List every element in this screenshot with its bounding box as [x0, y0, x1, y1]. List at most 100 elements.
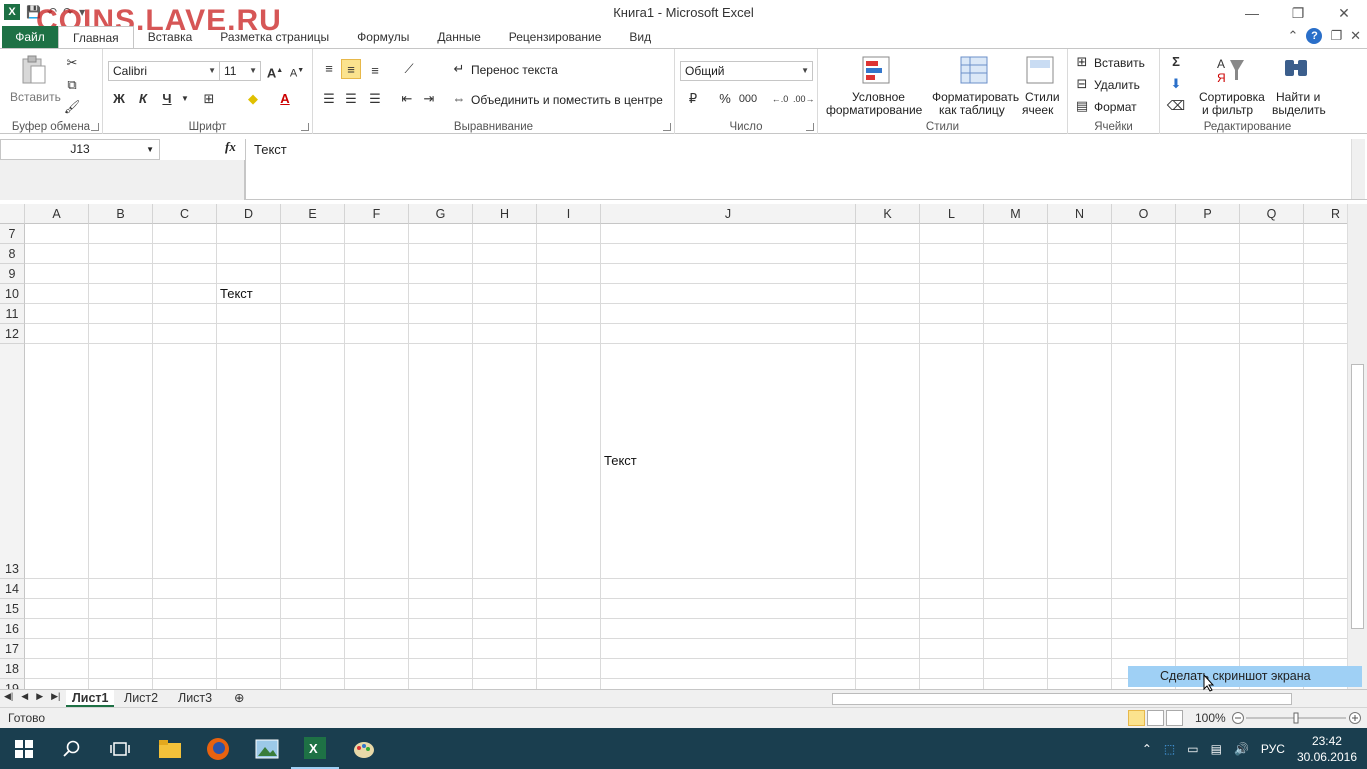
column-header-r[interactable]: R: [1304, 204, 1347, 224]
select-all-corner[interactable]: [0, 204, 25, 224]
font-size-combo[interactable]: 11 ▼: [219, 61, 261, 81]
wrap-text-button[interactable]: Перенос текста: [471, 63, 558, 77]
battery-icon[interactable]: ▭: [1187, 742, 1198, 756]
paint-icon[interactable]: [340, 728, 388, 769]
fill-color-icon[interactable]: ◆: [243, 89, 263, 109]
cell-d10[interactable]: Текст: [220, 286, 253, 301]
sort-filter-label-2[interactable]: и фильтр: [1202, 103, 1253, 117]
show-hidden-icons-icon[interactable]: ⌃: [1142, 742, 1152, 756]
conditional-formatting-label-2[interactable]: форматирование: [826, 103, 922, 117]
column-header-h[interactable]: H: [473, 204, 537, 224]
search-icon[interactable]: [48, 728, 96, 769]
volume-icon[interactable]: 🔊: [1234, 742, 1249, 756]
column-header-k[interactable]: K: [856, 204, 920, 224]
autosum-button[interactable]: Σ: [1166, 52, 1186, 72]
column-header-e[interactable]: E: [281, 204, 345, 224]
decrease-indent-icon[interactable]: ⇤: [397, 89, 417, 109]
formula-scrollbar[interactable]: [1351, 139, 1365, 199]
column-header-p[interactable]: P: [1176, 204, 1240, 224]
shrink-font-icon[interactable]: A▼: [287, 61, 307, 81]
chevron-down-icon[interactable]: ▼: [146, 140, 154, 159]
name-box[interactable]: J13 ▼: [0, 139, 160, 160]
cell-j13[interactable]: Текст: [604, 453, 637, 468]
align-bottom-icon[interactable]: ≡: [365, 61, 385, 81]
row-header-13[interactable]: 13: [0, 344, 25, 579]
find-select-icon[interactable]: [1280, 54, 1312, 86]
spreadsheet-grid[interactable]: ABCDEFGHIJKLMNOPQR 7 8 9 10 11 12 13 14 15 16 17 18…: [0, 204, 1347, 689]
copy-icon[interactable]: ⧉: [62, 75, 82, 95]
page-layout-view-icon[interactable]: [1147, 710, 1164, 726]
start-button[interactable]: [0, 728, 48, 769]
number-launcher-icon[interactable]: [806, 123, 814, 131]
insert-cells-button[interactable]: Вставить: [1094, 56, 1145, 70]
input-language[interactable]: РУС: [1261, 742, 1285, 756]
paste-icon[interactable]: [18, 54, 50, 86]
snipping-tool-icon[interactable]: ⬚: [1164, 742, 1175, 756]
window-close-icon[interactable]: ✕: [1350, 28, 1361, 44]
delete-cells-icon[interactable]: ⊟: [1072, 74, 1092, 94]
notifications-icon[interactable]: ▤: [1211, 742, 1222, 756]
column-header-o[interactable]: O: [1112, 204, 1176, 224]
column-header-n[interactable]: N: [1048, 204, 1112, 224]
close-icon[interactable]: ✕: [1321, 0, 1367, 26]
alignment-launcher-icon[interactable]: [663, 123, 671, 131]
find-select-label-2[interactable]: выделить: [1272, 103, 1326, 117]
next-sheet-icon[interactable]: ▶: [36, 691, 43, 702]
horizontal-scroll-thumb[interactable]: [832, 693, 1292, 705]
sheet-tab-1[interactable]: Лист1: [66, 690, 115, 707]
prev-sheet-icon[interactable]: ◀: [21, 691, 28, 702]
align-top-icon[interactable]: ≡: [319, 59, 339, 79]
align-right-icon[interactable]: ☰: [365, 89, 385, 109]
restore-icon[interactable]: ❐: [1275, 0, 1321, 26]
column-header-b[interactable]: B: [89, 204, 153, 224]
system-clock[interactable]: 23:42 30.06.2016: [1297, 733, 1357, 765]
format-painter-icon[interactable]: 🖌: [62, 97, 82, 117]
minimize-ribbon-icon[interactable]: ⌃: [1288, 28, 1299, 44]
row-header-19[interactable]: 19: [0, 679, 25, 689]
window-restore-icon[interactable]: ❐: [1330, 28, 1342, 44]
wrap-text-icon[interactable]: ↵: [449, 59, 469, 79]
align-center-icon[interactable]: ☰: [341, 89, 361, 109]
fill-icon[interactable]: ⬇: [1166, 74, 1186, 94]
row-header-17[interactable]: 17: [0, 639, 25, 659]
delete-cells-button[interactable]: Удалить: [1094, 78, 1140, 92]
grow-font-icon[interactable]: A▲: [265, 61, 285, 81]
column-header-l[interactable]: L: [920, 204, 984, 224]
column-header-c[interactable]: C: [153, 204, 217, 224]
format-cells-icon[interactable]: ▤: [1072, 96, 1092, 116]
minimize-icon[interactable]: —: [1229, 0, 1275, 26]
tab-page-layout[interactable]: Разметка страницы: [206, 26, 343, 48]
orientation-icon[interactable]: ⟋: [399, 59, 419, 79]
file-explorer-icon[interactable]: [146, 728, 194, 769]
insert-function-icon[interactable]: fx: [225, 139, 236, 155]
tab-insert[interactable]: Вставка: [134, 26, 207, 48]
row-header-10[interactable]: 10: [0, 284, 25, 304]
insert-sheet-icon[interactable]: ⊕: [228, 690, 250, 707]
conditional-formatting-label[interactable]: Условное: [852, 90, 905, 104]
column-header-d[interactable]: D: [217, 204, 281, 224]
sort-filter-icon[interactable]: А Я: [1214, 54, 1246, 86]
column-header-j[interactable]: J: [601, 204, 856, 224]
merge-center-button[interactable]: Объединить и поместить в центре: [471, 93, 663, 107]
paste-button[interactable]: Вставить: [10, 90, 61, 104]
vertical-scroll-thumb[interactable]: [1351, 364, 1364, 629]
underline-button[interactable]: Ч: [157, 89, 177, 109]
format-as-table-label-2[interactable]: как таблицу: [939, 103, 1005, 117]
firefox-icon[interactable]: [194, 728, 242, 769]
tab-formulas[interactable]: Формулы: [343, 26, 423, 48]
screenshot-tooltip[interactable]: Сделать скриншот экрана: [1128, 666, 1362, 687]
row-header-15[interactable]: 15: [0, 599, 25, 619]
zoom-level[interactable]: 100%: [1195, 711, 1226, 725]
column-header-m[interactable]: M: [984, 204, 1048, 224]
sheet-tab-2[interactable]: Лист2: [118, 690, 164, 707]
row-header-8[interactable]: 8: [0, 244, 25, 264]
merge-center-icon[interactable]: ⇔: [449, 89, 469, 109]
tab-data[interactable]: Данные: [423, 26, 494, 48]
format-as-table-icon[interactable]: [958, 54, 990, 86]
borders-icon[interactable]: ⊞: [199, 89, 219, 109]
currency-icon[interactable]: ₽: [683, 89, 703, 109]
column-header-a[interactable]: A: [25, 204, 89, 224]
sort-filter-label[interactable]: Сортировка: [1199, 90, 1265, 104]
increase-decimal-icon[interactable]: ←.0: [770, 89, 790, 109]
clear-icon[interactable]: ⌫: [1166, 96, 1186, 116]
